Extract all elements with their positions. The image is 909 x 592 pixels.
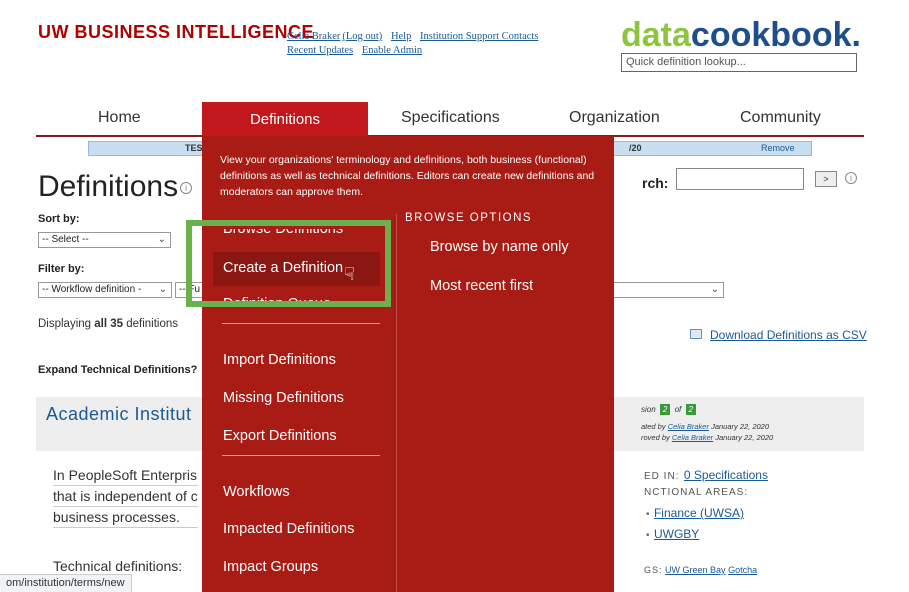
created-prefix: ated by: [641, 422, 666, 431]
menu-divider: [222, 323, 380, 324]
approved-by-info: roved by Celia Braker January 22, 2020: [641, 432, 773, 443]
functional-area-link[interactable]: UWGBY: [654, 527, 699, 541]
tag-link[interactable]: UW Green Bay: [665, 565, 726, 575]
logo-mark: UW: [38, 22, 69, 42]
browser-status-bar: om/institution/terms/new: [0, 574, 132, 592]
sort-select[interactable]: -- Select -- ⌄: [38, 232, 171, 248]
expand-technical-toggle[interactable]: Expand Technical Definitions?: [38, 364, 197, 376]
hand-cursor-icon: ☟: [344, 264, 355, 284]
chevron-down-icon: ⌄: [710, 284, 719, 295]
filter-select-right[interactable]: ⌄: [600, 282, 724, 298]
version-current-badge[interactable]: 2: [659, 404, 671, 415]
browse-options-title: BROWSE OPTIONS: [405, 212, 533, 224]
workflow-filter-select[interactable]: -- Workflow definition - ⌄: [38, 282, 172, 298]
menu-column-divider: [396, 214, 397, 592]
logo-text: BUSINESS INTELLIGENCE: [74, 22, 315, 42]
version-total-badge[interactable]: 2: [685, 404, 696, 415]
definition-body-line: business processes.: [53, 507, 198, 528]
approved-by-link[interactable]: Celia Braker: [672, 433, 713, 442]
data-cookbook-logo[interactable]: datacookbook.: [621, 18, 861, 52]
user-link[interactable]: Celia Braker: [287, 31, 340, 42]
uw-bi-logo[interactable]: UW BUSINESS INTELLIGENCE: [38, 22, 314, 43]
help-link[interactable]: Help: [391, 31, 411, 42]
chevron-down-icon: ⌄: [158, 284, 167, 295]
functional-area-item: • UWGBY: [646, 525, 699, 543]
displaying-prefix: Displaying: [38, 318, 95, 330]
menu-item-missing-definitions[interactable]: Missing Definitions: [223, 390, 344, 406]
banner-text-left: TES: [185, 143, 203, 153]
tags-label: GS:: [644, 565, 663, 575]
menu-item-impacted-definitions[interactable]: Impacted Definitions: [223, 521, 354, 537]
logout-link[interactable]: (Log out): [342, 31, 382, 42]
search-input[interactable]: [676, 168, 804, 190]
workflow-filter-value: -- Workflow definition -: [42, 284, 142, 295]
sort-by-label: Sort by:: [38, 213, 80, 225]
info-icon[interactable]: i: [180, 182, 193, 195]
used-in-label: ED IN:: [644, 471, 680, 482]
version-of: of: [674, 405, 682, 414]
version-prefix: sion: [641, 405, 656, 414]
used-in-specifications-link[interactable]: 0 Specifications: [684, 468, 768, 482]
definition-body-line: that is independent of c: [53, 486, 198, 507]
top-links: Celia Braker (Log out) Help Institution S…: [287, 30, 544, 58]
menu-item-import-definitions[interactable]: Import Definitions: [223, 352, 336, 368]
functional-area-item: • Finance (UWSA): [646, 504, 744, 522]
recent-updates-link[interactable]: Recent Updates: [287, 45, 353, 56]
browse-option-most-recent[interactable]: Most recent first: [430, 278, 533, 294]
definition-body-line: In PeopleSoft Enterpris: [53, 465, 198, 486]
displaying-count: Displaying all 35 definitions: [38, 318, 178, 330]
displaying-count-value: all 35: [94, 318, 124, 330]
menu-divider: [222, 455, 380, 456]
banner-remove-link[interactable]: Remove: [761, 142, 795, 155]
tag-link[interactable]: Gotcha: [728, 565, 757, 575]
nav-specifications[interactable]: Specifications: [401, 109, 500, 127]
mega-menu-description: View your organizations' terminology and…: [220, 154, 595, 198]
menu-item-workflows[interactable]: Workflows: [223, 484, 290, 500]
approved-date: January 22, 2020: [715, 433, 774, 442]
used-in-row: ED IN: 0 Specifications: [644, 466, 768, 484]
nav-home[interactable]: Home: [98, 109, 141, 127]
created-by-link[interactable]: Celia Braker: [668, 422, 709, 431]
search-label: rch:: [642, 175, 669, 191]
functional-areas-label: NCTIONAL AREAS:: [644, 487, 749, 498]
version-info: sion 2 of 2: [641, 404, 698, 415]
bullet-icon: •: [646, 530, 650, 541]
functional-area-link[interactable]: Finance (UWSA): [654, 506, 744, 520]
page-title: Definitions i: [38, 170, 193, 204]
highlight-annotation-box: [186, 220, 391, 307]
approved-prefix: roved by: [641, 433, 670, 442]
nav-organization[interactable]: Organization: [569, 109, 660, 127]
definition-body: In PeopleSoft Enterpris that is independ…: [53, 465, 198, 528]
quick-lookup-placeholder: Quick definition lookup...: [626, 56, 746, 68]
nav-definitions[interactable]: Definitions: [202, 102, 368, 136]
cookbook-logo-part2: cookbook.: [690, 16, 861, 54]
download-csv-link[interactable]: Download Definitions as CSV: [710, 328, 867, 342]
tags-row: GS: UW Green Bay Gotcha: [644, 565, 757, 575]
bullet-icon: •: [646, 509, 650, 520]
cookbook-logo-part1: data: [621, 16, 691, 54]
filter-by-label: Filter by:: [38, 263, 85, 275]
enable-admin-link[interactable]: Enable Admin: [362, 45, 422, 56]
support-contacts-link[interactable]: Institution Support Contacts: [420, 31, 538, 42]
sort-select-value: -- Select --: [42, 234, 89, 245]
search-button[interactable]: >: [815, 171, 837, 187]
definition-title-link[interactable]: Academic Institut: [46, 404, 192, 425]
menu-item-export-definitions[interactable]: Export Definitions: [223, 428, 337, 444]
banner-text-right: /20: [629, 143, 642, 153]
displaying-suffix: definitions: [123, 318, 179, 330]
quick-lookup-input[interactable]: Quick definition lookup...: [621, 53, 857, 72]
browse-option-by-name[interactable]: Browse by name only: [430, 239, 569, 255]
created-by-info: ated by Celia Braker January 22, 2020: [641, 421, 769, 432]
csv-download-icon: [690, 329, 702, 339]
created-date: January 22, 2020: [711, 422, 770, 431]
technical-definitions-label: Technical definitions:: [53, 558, 183, 574]
page-title-text: Definitions: [38, 170, 179, 203]
search-info-icon[interactable]: i: [845, 172, 857, 184]
nav-community[interactable]: Community: [740, 109, 821, 127]
chevron-down-icon: ⌄: [157, 234, 166, 245]
menu-item-impact-groups[interactable]: Impact Groups: [223, 559, 318, 575]
